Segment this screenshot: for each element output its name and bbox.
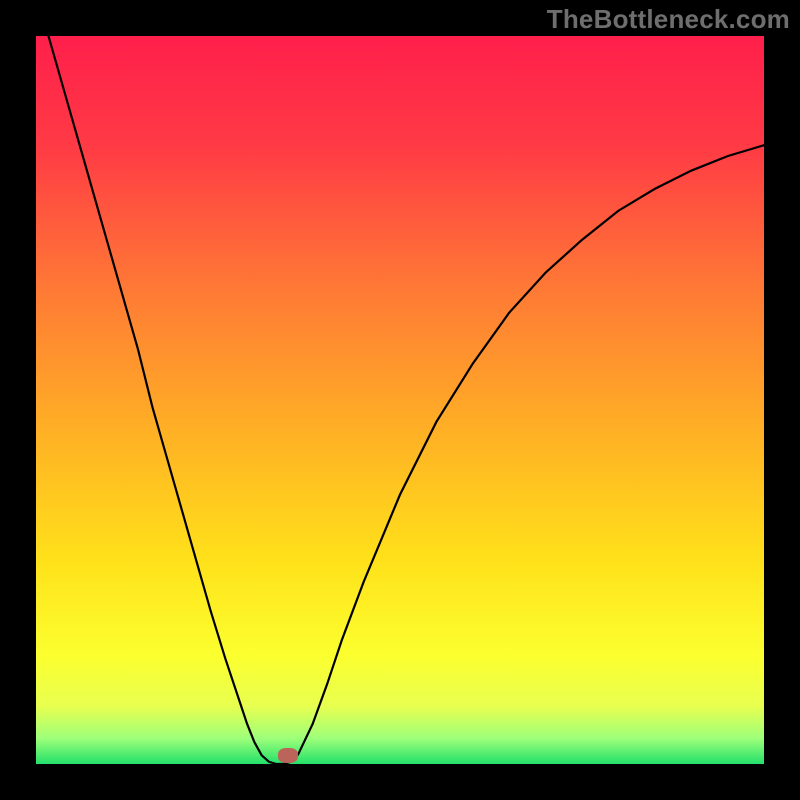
- chart-plot: [36, 36, 764, 764]
- current-config-marker: [278, 748, 298, 763]
- chart-background: [36, 36, 764, 764]
- watermark: TheBottleneck.com: [547, 4, 790, 35]
- chart-frame: TheBottleneck.com: [0, 0, 800, 800]
